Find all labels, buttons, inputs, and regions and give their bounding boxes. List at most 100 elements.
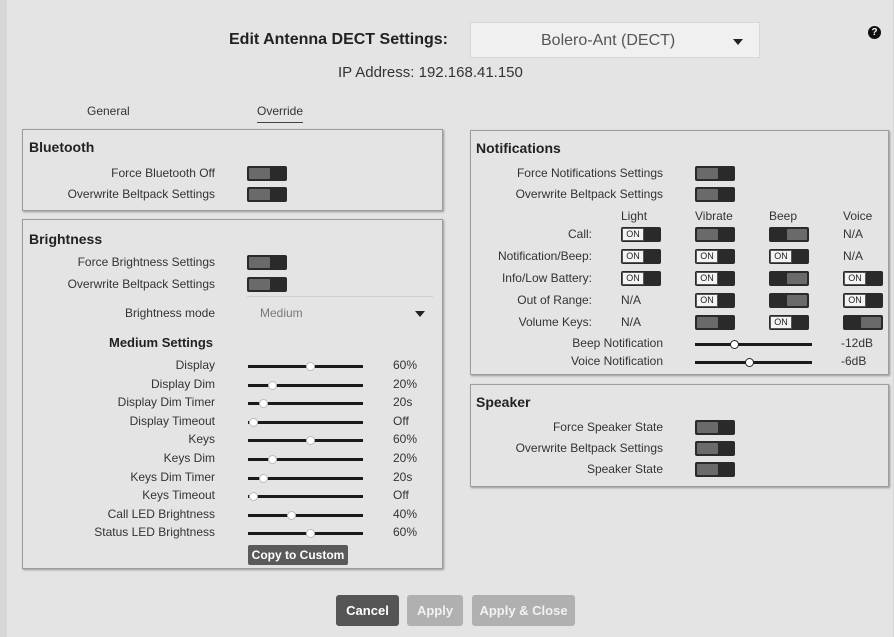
- notification-toggle[interactable]: ON: [695, 271, 735, 286]
- brightness-slider-label: Display Timeout: [129, 414, 215, 428]
- brightness-slider-label: Status LED Brightness: [94, 525, 215, 539]
- speaker-title: Speaker: [476, 394, 531, 410]
- slider-knob[interactable]: [249, 418, 258, 427]
- slider-knob[interactable]: [306, 362, 315, 371]
- brightness-slider-label: Keys: [188, 432, 215, 446]
- notification-toggle[interactable]: [769, 227, 809, 242]
- force-speaker-label: Force Speaker State: [552, 420, 663, 434]
- notification-toggle[interactable]: [695, 227, 735, 242]
- help-icon[interactable]: ?: [868, 26, 881, 39]
- brightness-slider[interactable]: [248, 436, 363, 445]
- brightness-slider[interactable]: [248, 362, 363, 371]
- br-overwrite-beltpack-toggle[interactable]: [247, 277, 287, 292]
- brightness-slider-value: 20%: [393, 451, 418, 465]
- force-bluetooth-off-toggle[interactable]: [247, 166, 287, 181]
- col-beep: Beep: [769, 209, 798, 223]
- notification-toggle[interactable]: ON: [769, 249, 809, 264]
- toggle-on-label: ON: [770, 316, 792, 329]
- brightness-mode-value: Medium: [260, 306, 303, 320]
- toggle-on-label: ON: [696, 272, 718, 285]
- notifications-title: Notifications: [476, 140, 561, 156]
- notification-toggle[interactable]: [769, 271, 809, 286]
- copy-to-custom-button[interactable]: Copy to Custom: [248, 545, 348, 565]
- slider-knob[interactable]: [259, 474, 268, 483]
- brightness-slider-value: 40%: [393, 507, 418, 521]
- brightness-slider-value: 60%: [393, 358, 418, 372]
- force-brightness-label: Force Brightness Settings: [77, 255, 215, 269]
- brightness-slider-value: 60%: [393, 525, 418, 539]
- brightness-slider[interactable]: [248, 399, 363, 408]
- brightness-slider[interactable]: [248, 455, 363, 464]
- brightness-slider[interactable]: [248, 492, 363, 501]
- force-notifications-label: Force Notifications Settings: [516, 166, 663, 180]
- not-applicable-text: N/A: [843, 227, 864, 241]
- bt-overwrite-beltpack-toggle[interactable]: [247, 187, 287, 202]
- col-vibrate: Vibrate: [695, 209, 733, 223]
- notification-row-label: Volume Keys:: [518, 315, 592, 329]
- slider-knob[interactable]: [730, 340, 739, 349]
- brightness-mode-select[interactable]: Medium: [247, 300, 433, 324]
- slider-knob[interactable]: [268, 381, 277, 390]
- nt-overwrite-beltpack-toggle[interactable]: [695, 187, 735, 202]
- speaker-state-toggle[interactable]: [695, 462, 735, 477]
- slider-knob[interactable]: [745, 358, 754, 367]
- toggle-on-label: ON: [622, 228, 644, 241]
- notification-toggle[interactable]: ON: [843, 293, 883, 308]
- volume-slider[interactable]: [695, 340, 812, 349]
- brightness-slider[interactable]: [248, 511, 363, 520]
- slider-knob[interactable]: [287, 511, 296, 520]
- brightness-slider-label: Call LED Brightness: [107, 507, 215, 521]
- volume-slider-label: Voice Notification: [570, 354, 663, 368]
- notification-toggle[interactable]: [695, 315, 735, 330]
- notification-toggle[interactable]: ON: [621, 271, 661, 286]
- sp-overwrite-beltpack-toggle[interactable]: [695, 441, 735, 456]
- force-notifications-toggle[interactable]: [695, 166, 735, 181]
- tab-override[interactable]: Override: [257, 104, 304, 123]
- brightness-slider-label: Display Dim: [150, 377, 215, 391]
- device-select[interactable]: Bolero-Ant (DECT): [470, 22, 760, 58]
- brightness-slider-label: Display Dim Timer: [117, 395, 215, 409]
- brightness-slider-value: 20s: [393, 470, 413, 484]
- slider-knob[interactable]: [306, 436, 315, 445]
- brightness-slider-value: 20s: [393, 395, 413, 409]
- notification-toggle[interactable]: ON: [695, 249, 735, 264]
- brightness-slider[interactable]: [248, 529, 363, 538]
- not-applicable-text: N/A: [621, 315, 642, 329]
- divider: [247, 296, 433, 297]
- dialog-title: Edit Antenna DECT Settings:: [229, 31, 448, 48]
- not-applicable-text: N/A: [621, 293, 642, 307]
- notification-toggle[interactable]: ON: [621, 249, 661, 264]
- force-speaker-toggle[interactable]: [695, 420, 735, 435]
- notification-toggle[interactable]: ON: [843, 271, 883, 286]
- brightness-slider-label: Display: [175, 358, 215, 372]
- slider-knob[interactable]: [259, 399, 268, 408]
- slider-knob[interactable]: [249, 492, 258, 501]
- not-applicable-text: N/A: [843, 249, 864, 263]
- slider-knob[interactable]: [306, 529, 315, 538]
- brightness-slider[interactable]: [248, 474, 363, 483]
- volume-slider-value: -12dB: [841, 336, 874, 350]
- brightness-mode-label: Brightness mode: [124, 306, 215, 320]
- notification-toggle[interactable]: ON: [769, 315, 809, 330]
- volume-slider[interactable]: [695, 358, 812, 367]
- toggle-on-label: ON: [696, 250, 718, 263]
- notification-toggle[interactable]: [843, 315, 883, 330]
- device-select-value: Bolero-Ant (DECT): [541, 32, 676, 49]
- notification-toggle[interactable]: ON: [621, 227, 661, 242]
- brightness-slider[interactable]: [248, 381, 363, 390]
- force-brightness-toggle[interactable]: [247, 255, 287, 270]
- col-light: Light: [621, 209, 648, 223]
- cancel-button[interactable]: Cancel: [336, 595, 399, 626]
- notification-toggle[interactable]: [769, 293, 809, 308]
- nt-overwrite-beltpack-label: Overwrite Beltpack Settings: [515, 187, 663, 201]
- toggle-on-label: ON: [622, 250, 644, 263]
- apply-close-button[interactable]: Apply & Close: [472, 595, 575, 626]
- toggle-on-label: ON: [622, 272, 644, 285]
- apply-button[interactable]: Apply: [407, 595, 463, 626]
- tab-general[interactable]: General: [87, 104, 130, 118]
- notifications-panel: Notifications Force Notifications Settin…: [470, 130, 889, 375]
- brightness-slider[interactable]: [248, 418, 363, 427]
- notification-toggle[interactable]: ON: [695, 293, 735, 308]
- slider-knob[interactable]: [268, 455, 277, 464]
- notification-row-label: Notification/Beep:: [497, 249, 592, 263]
